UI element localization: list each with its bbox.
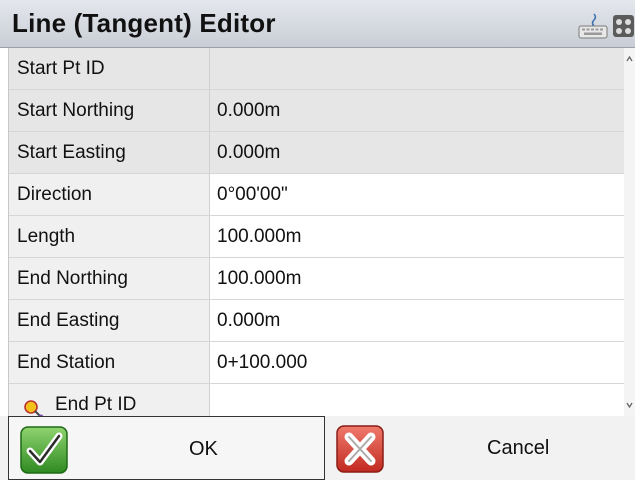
window-title: Line (Tangent) Editor — [12, 8, 276, 38]
row-end-station: End Station 0+100.000 — [9, 342, 625, 384]
row-label: End Pt ID — [55, 394, 137, 415]
row-label: Length — [9, 216, 210, 257]
menu-icon[interactable] — [612, 12, 635, 40]
ok-label: OK — [189, 438, 218, 460]
row-value[interactable]: 0.000m — [210, 132, 625, 173]
row-value[interactable]: 0.000m — [210, 90, 625, 131]
property-grid: Start Pt ID Start Northing 0.000m Start … — [8, 48, 625, 416]
row-label: Start Pt ID — [9, 48, 210, 89]
row-start-pt-id: Start Pt ID — [9, 48, 625, 90]
row-value[interactable] — [210, 48, 625, 89]
ok-button[interactable]: OK — [8, 416, 325, 480]
row-label: End Northing — [9, 258, 210, 299]
row-value[interactable]: 100.000m — [210, 258, 625, 299]
cancel-x-icon — [335, 424, 385, 474]
keyboard-icon[interactable] — [577, 12, 609, 40]
vertical-scrollbar[interactable] — [624, 48, 635, 416]
scroll-up-icon[interactable] — [624, 52, 635, 66]
row-label: End Station — [9, 342, 210, 383]
row-label: Direction — [9, 174, 210, 215]
row-end-easting: End Easting 0.000m — [9, 300, 625, 342]
row-value[interactable]: 0.000m — [210, 300, 625, 341]
row-label-container: End Pt ID — [9, 384, 210, 416]
row-value[interactable] — [210, 384, 625, 416]
cancel-button[interactable]: Cancel — [325, 416, 635, 480]
checkmark-icon — [19, 425, 69, 475]
title-bar: Line (Tangent) Editor — [0, 0, 635, 48]
row-value[interactable]: 0+100.000 — [210, 342, 625, 383]
row-label: Start Northing — [9, 90, 210, 131]
scroll-down-icon[interactable] — [624, 398, 635, 412]
row-label: End Easting — [9, 300, 210, 341]
row-start-easting: Start Easting 0.000m — [9, 132, 625, 174]
row-value[interactable]: 100.000m — [210, 216, 625, 257]
row-start-northing: Start Northing 0.000m — [9, 90, 625, 132]
row-end-pt-id: End Pt ID — [9, 384, 625, 416]
row-value[interactable]: 0°00'00" — [210, 174, 625, 215]
row-direction: Direction 0°00'00" — [9, 174, 625, 216]
cancel-label: Cancel — [487, 437, 550, 459]
row-length: Length 100.000m — [9, 216, 625, 258]
row-end-northing: End Northing 100.000m — [9, 258, 625, 300]
row-label: Start Easting — [9, 132, 210, 173]
point-lookup-icon[interactable] — [23, 395, 47, 416]
